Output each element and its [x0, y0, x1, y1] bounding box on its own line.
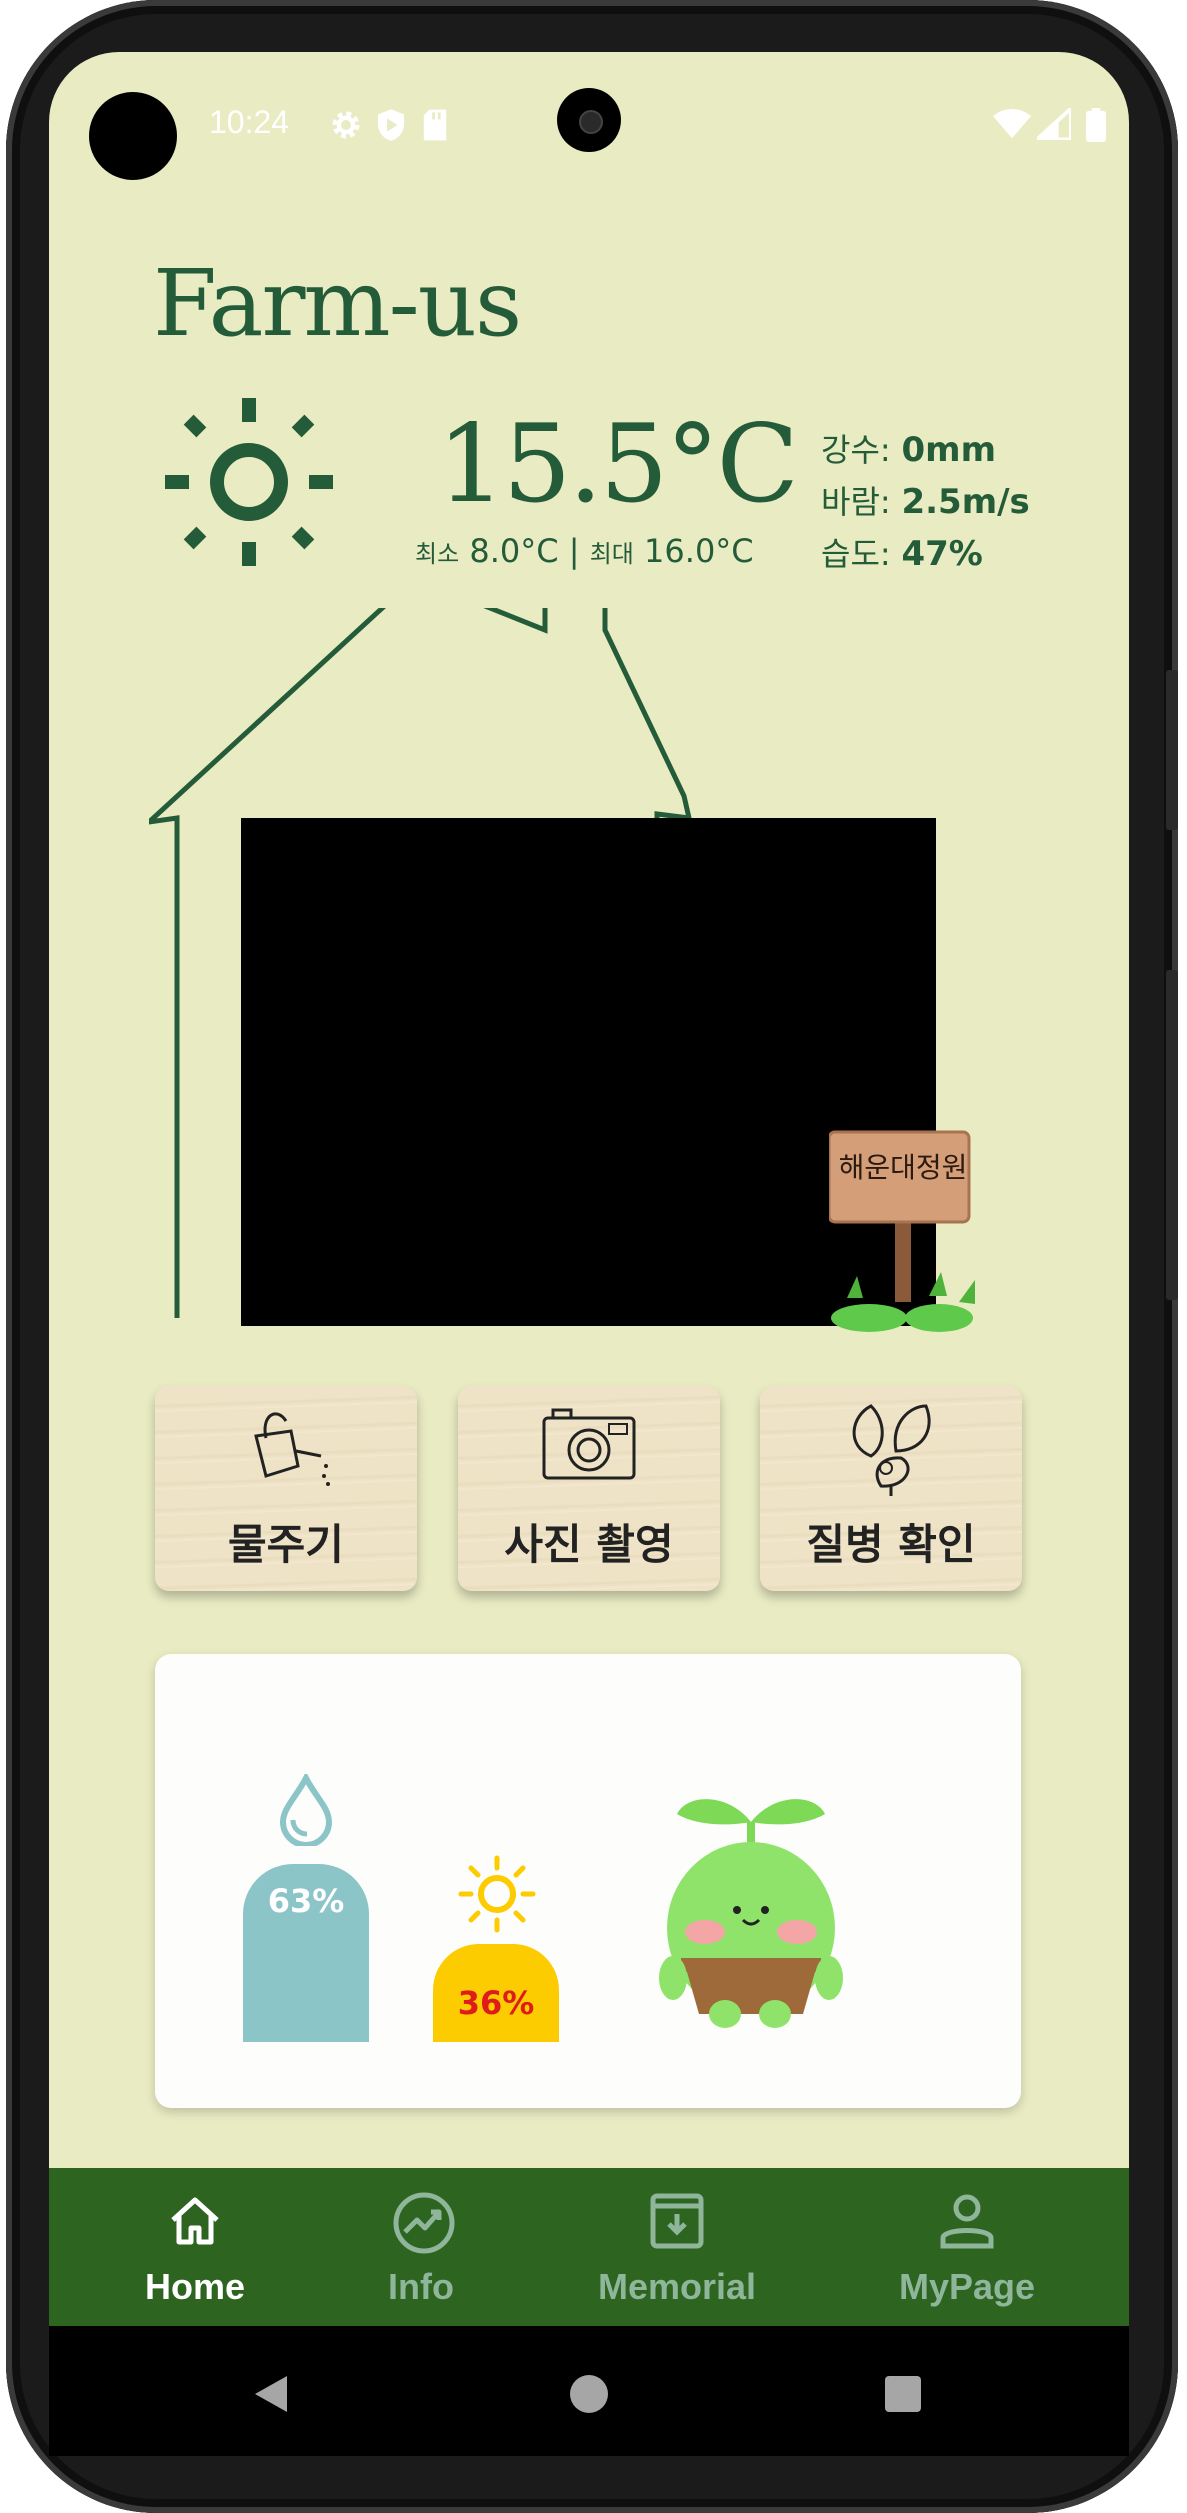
wifi-icon: [993, 108, 1031, 139]
max-value: 16.0°C: [644, 532, 754, 570]
check-disease-label: 질병 확인: [806, 1520, 976, 1569]
divider: |: [568, 532, 580, 570]
app-title: Farm-us: [153, 250, 522, 357]
precipitation-row: 강수: 0mm: [821, 424, 1030, 476]
water-level-gauge: 63%: [243, 1864, 369, 2042]
chart-circle-icon: [393, 2192, 455, 2254]
signal-icon: [1037, 108, 1071, 140]
water-level-text: 63%: [267, 1882, 345, 1920]
gear-icon: [332, 111, 360, 139]
sun-icon: [458, 1855, 536, 1933]
recents-icon[interactable]: [883, 2374, 923, 2414]
leaf-bug-icon: [852, 1404, 931, 1496]
front-camera: [557, 88, 621, 152]
nav-home[interactable]: Home: [85, 2168, 305, 2326]
plant-status-card: 63% 36%: [155, 1654, 1021, 2108]
wind-row: 바람: 2.5m/s: [821, 476, 1030, 528]
back-icon[interactable]: [253, 2374, 289, 2414]
min-label: 최소: [415, 540, 460, 568]
power-button: [1166, 970, 1178, 1300]
precipitation-value: 0mm: [901, 430, 996, 470]
min-max-temperature: 최소 8.0°C | 최대 16.0°C: [415, 532, 754, 570]
punch-hole: [89, 92, 177, 180]
sd-card-icon: [423, 109, 447, 141]
humidity-row: 습도: 47%: [821, 528, 1030, 580]
max-label: 최대: [589, 540, 634, 568]
sun-icon: [165, 398, 333, 566]
camera-icon: [542, 1408, 636, 1480]
nav-home-label: Home: [144, 2266, 246, 2307]
status-bar: 10:24: [49, 52, 1129, 192]
precipitation-label: 강수:: [821, 431, 891, 469]
battery-icon: [1086, 108, 1106, 142]
system-navigation-bar: [49, 2326, 1129, 2456]
nav-mypage-label: MyPage: [898, 2266, 1036, 2307]
water-button-label: 물주기: [228, 1520, 344, 1569]
take-photo-button[interactable]: 사진 촬영: [458, 1386, 720, 1591]
archive-box-icon: [650, 2193, 704, 2249]
person-icon: [940, 2194, 994, 2249]
nav-memorial-label: Memorial: [597, 2266, 757, 2307]
water-button[interactable]: 물주기: [155, 1386, 417, 1591]
wind-label: 바람:: [821, 483, 891, 521]
sunlight-level-gauge: 36%: [433, 1944, 559, 2042]
check-disease-button[interactable]: 질병 확인: [760, 1386, 1022, 1591]
sunlight-level-text: 36%: [457, 1984, 535, 2022]
sprout-character: [659, 1799, 843, 2028]
water-drop-icon: [279, 1774, 333, 1846]
home-circle-icon[interactable]: [569, 2374, 609, 2414]
nav-info-label: Info: [388, 2266, 454, 2307]
nav-mypage[interactable]: MyPage: [857, 2168, 1077, 2326]
weather-details: 강수: 0mm 바람: 2.5m/s 습도: 47%: [821, 424, 1030, 580]
nav-memorial[interactable]: Memorial: [567, 2168, 787, 2326]
humidity-value: 47%: [901, 534, 983, 574]
nav-info[interactable]: Info: [311, 2168, 531, 2326]
status-time: 10:24: [209, 104, 290, 140]
garden-sign-text: 해운대정원: [838, 1151, 968, 1184]
watering-can-icon: [254, 1412, 330, 1486]
bottom-navigation: Home Info Memorial MyPage: [49, 2168, 1129, 2326]
take-photo-label: 사진 촬영: [504, 1520, 674, 1569]
app-screen: 10:24 Farm-us 15.5°C 최소 8.0°C | 최대 16.0°…: [49, 52, 1129, 2326]
shield-play-icon: [377, 109, 405, 141]
current-temperature: 15.5°C: [437, 402, 799, 527]
home-icon: [171, 2197, 219, 2245]
min-value: 8.0°C: [469, 532, 559, 570]
wind-value: 2.5m/s: [901, 482, 1030, 522]
humidity-label: 습도:: [821, 535, 891, 573]
volume-button: [1166, 670, 1178, 830]
